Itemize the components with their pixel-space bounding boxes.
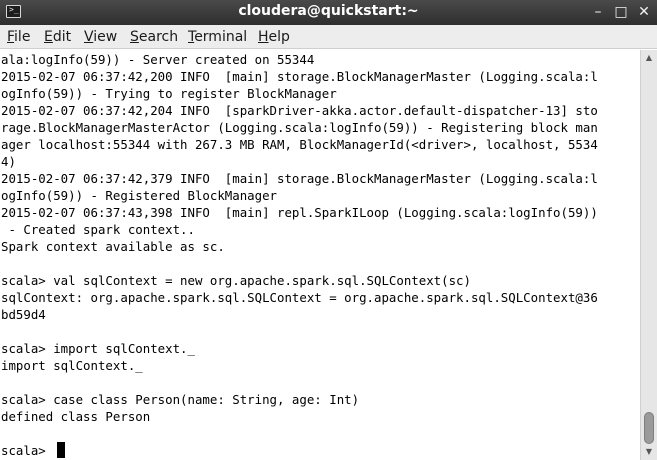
- menu-view[interactable]: View: [84, 29, 117, 45]
- menu-edit[interactable]: Edit: [44, 29, 71, 45]
- terminal-line: sqlContext: org.apache.spark.sql.SQLCont…: [1, 290, 598, 305]
- menu-view-mnemonic: V: [84, 29, 94, 45]
- menu-search-label: earch: [138, 29, 179, 45]
- scroll-down-arrow-icon[interactable]: ▼: [641, 445, 657, 459]
- terminal-line: 2015-02-07 06:37:42,204 INFO [sparkDrive…: [1, 103, 598, 118]
- terminal-line: ala:logInfo(59)) - Server created on 553…: [1, 52, 315, 67]
- terminal-line: 2015-02-07 06:37:43,398 INFO [main] repl…: [1, 205, 598, 220]
- terminal-line: scala> val sqlContext = new org.apache.s…: [1, 273, 471, 288]
- menu-help-label: elp: [268, 29, 290, 45]
- scrollbar-thumb[interactable]: [644, 412, 654, 444]
- menu-file[interactable]: File: [7, 29, 30, 45]
- menu-edit-label: dit: [52, 29, 72, 45]
- menu-search-mnemonic: S: [130, 29, 139, 45]
- terminal-line: scala> import sqlContext._: [1, 341, 195, 356]
- menu-bar: File Edit View Search Terminal Help: [0, 25, 657, 49]
- menu-help-mnemonic: H: [258, 29, 269, 45]
- terminal-line: import sqlContext._: [1, 358, 143, 373]
- title-bar: >_ cloudera@quickstart:~ – □ ✕: [0, 0, 657, 25]
- terminal-line: 2015-02-07 06:37:42,379 INFO [main] stor…: [1, 171, 598, 186]
- menu-search[interactable]: Search: [130, 29, 178, 45]
- maximize-button[interactable]: □: [614, 4, 628, 20]
- terminal-line: ogInfo(59)) - Registered BlockManager: [1, 188, 278, 203]
- menu-help[interactable]: Help: [258, 29, 290, 45]
- window-title: cloudera@quickstart:~: [238, 3, 419, 19]
- scroll-up-arrow-icon[interactable]: ▲: [641, 51, 657, 65]
- vertical-scrollbar[interactable]: ▲ ▼: [640, 50, 657, 460]
- terminal-line: 2015-02-07 06:37:42,200 INFO [main] stor…: [1, 69, 598, 84]
- terminal-line: scala> case class Person(name: String, a…: [1, 392, 360, 407]
- menu-edit-mnemonic: E: [44, 29, 53, 45]
- terminal-output[interactable]: ala:logInfo(59)) - Server created on 553…: [0, 50, 640, 460]
- minimize-button[interactable]: –: [591, 4, 605, 20]
- terminal-line: 4): [1, 154, 16, 169]
- terminal-line: bd59d4: [1, 307, 46, 322]
- menu-view-label: iew: [93, 29, 118, 45]
- terminal-line: ogInfo(59)) - Trying to register BlockMa…: [1, 86, 337, 101]
- terminal-line: ager localhost:55344 with 267.3 MB RAM, …: [1, 137, 598, 152]
- menu-terminal-label: erminal: [194, 29, 248, 45]
- close-button[interactable]: ✕: [637, 4, 651, 20]
- terminal-line: rage.BlockManagerMasterActor (Logging.sc…: [1, 120, 598, 135]
- menu-file-label: ile: [14, 29, 31, 45]
- terminal-line: Spark context available as sc.: [1, 239, 225, 254]
- menu-terminal[interactable]: Terminal: [188, 29, 247, 45]
- terminal-prompt-line: scala>: [1, 443, 54, 458]
- text-cursor: [57, 442, 65, 458]
- menu-file-mnemonic: F: [7, 29, 15, 45]
- terminal-line: defined class Person: [1, 409, 151, 424]
- terminal-line: - Created spark context..: [1, 222, 195, 237]
